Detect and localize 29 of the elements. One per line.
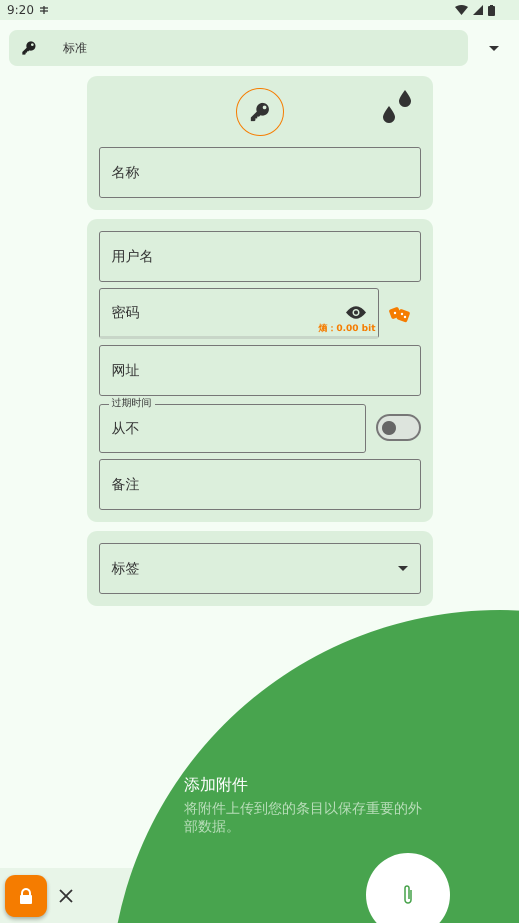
name-field[interactable]: 名称: [98, 147, 420, 198]
expiry-label: 过期时间: [108, 398, 154, 409]
dice-icon[interactable]: [388, 304, 410, 322]
text-field[interactable]: 备注: [98, 459, 420, 510]
lock-icon: [19, 888, 33, 904]
text-field[interactable]: 网址: [98, 345, 420, 396]
key-icon: [21, 40, 37, 56]
password-field[interactable]: 密码 熵：0.00 bit: [98, 288, 378, 339]
status-time: 9:20: [7, 3, 34, 17]
tutorial-title: 添加附件: [184, 775, 249, 796]
name-placeholder: 名称: [112, 164, 140, 182]
tutorial-text: 将附件上传到您的条目以保存重要的外部数据。: [184, 800, 422, 836]
wifi-icon: [455, 5, 468, 15]
entropy-label: 熵：0.00 bit: [318, 322, 376, 335]
caret-icon[interactable]: [489, 46, 499, 50]
eye-icon[interactable]: [346, 306, 366, 319]
expiry-switch[interactable]: [376, 414, 420, 441]
tags-dropdown[interactable]: 标签: [98, 543, 420, 594]
notification-icon: [38, 5, 49, 15]
key-icon: [248, 101, 270, 123]
battery-icon: [488, 4, 495, 16]
entry-icon-button[interactable]: [236, 88, 284, 136]
text-field[interactable]: 用户名: [98, 231, 420, 282]
lock-button[interactable]: [5, 874, 47, 916]
paperclip-icon: [402, 884, 414, 906]
close-icon[interactable]: [59, 888, 73, 902]
template-dropdown[interactable]: 标准: [9, 30, 468, 66]
signal-icon: [473, 5, 483, 15]
caret-icon: [398, 566, 408, 571]
